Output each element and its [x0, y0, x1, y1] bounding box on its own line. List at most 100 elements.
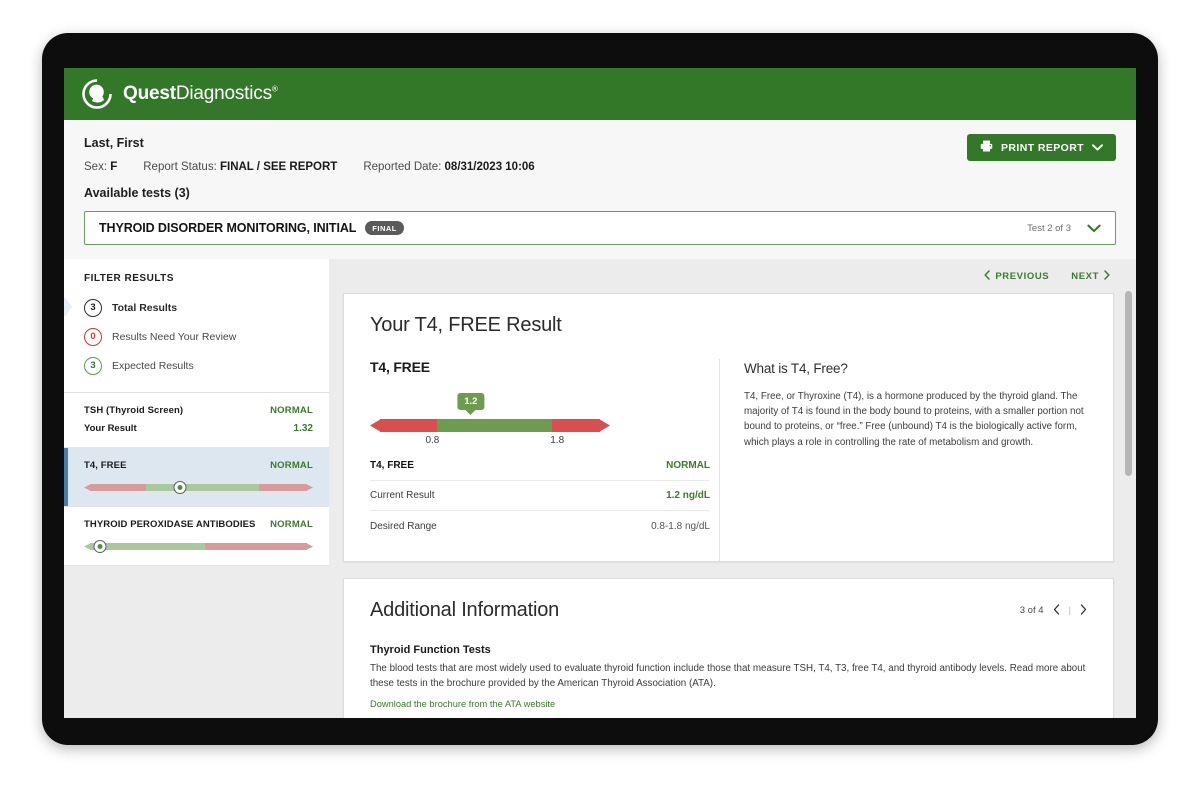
result-panel-title: Your T4, FREE Result	[344, 294, 1113, 337]
gauge-tick-high: 1.8	[550, 435, 564, 446]
chevron-left-icon[interactable]	[1053, 604, 1060, 618]
filter-expected-results[interactable]: 3 Expected Results	[64, 353, 329, 378]
pager-count: 3 of 4	[1020, 605, 1044, 616]
result-gauge-chart: 1.2	[370, 397, 610, 443]
gauge-right-arrow-icon	[599, 419, 610, 432]
gauge-track	[90, 484, 307, 491]
result-table: T4, FREE NORMAL Current Result 1.2 ng/dL	[370, 451, 710, 541]
filter-label: Total Results	[112, 302, 177, 314]
reported-date-label: Reported Date:	[363, 161, 441, 173]
filter-label: Expected Results	[112, 360, 194, 372]
row-label: Desired Range	[370, 521, 437, 532]
reported-date-value: 08/31/2023 10:06	[445, 161, 535, 173]
additional-info-subtitle: Thyroid Function Tests	[370, 644, 1087, 656]
main-column: PREVIOUS NEXT Your T4, FREE Result T4	[329, 259, 1136, 699]
gauge-right-arrow-icon	[306, 543, 313, 550]
pager-divider: |	[1069, 605, 1071, 616]
gauge-marker	[174, 481, 187, 494]
row-value: 1.2 ng/dL	[666, 490, 710, 501]
available-tests-heading: Available tests (3)	[84, 186, 1116, 200]
row-label: T4, FREE	[370, 460, 414, 471]
gauge-low-segment	[90, 484, 146, 491]
chevron-right-icon[interactable]	[1080, 604, 1087, 618]
gauge-low-segment	[380, 419, 437, 432]
test-counter: Test 2 of 3	[1027, 223, 1071, 234]
gauge-normal-segment	[146, 484, 259, 491]
patient-sex: Sex: F	[84, 161, 117, 173]
result-status: NORMAL	[270, 519, 313, 530]
patient-name: Last, First	[84, 136, 1116, 150]
chevron-right-icon	[1104, 270, 1110, 283]
next-result-button[interactable]: NEXT	[1071, 270, 1110, 283]
reported-date: Reported Date: 08/31/2023 10:06	[363, 161, 534, 173]
filter-total-results[interactable]: 3 Total Results	[64, 295, 329, 320]
app-header: QuestDiagnostics®	[64, 68, 1136, 120]
filter-label: Results Need Your Review	[112, 331, 236, 343]
brand-name-light: Diagnostics	[176, 83, 272, 104]
filter-results-title: FILTER RESULTS	[64, 259, 329, 295]
gauge-tick-labels: 0.8 1.8	[370, 435, 610, 449]
report-status-value: FINAL / SEE REPORT	[220, 161, 337, 173]
sidebar-result-tpo[interactable]: THYROID PEROXIDASE ANTIBODIES NORMAL	[64, 507, 329, 566]
report-status-label: Report Status:	[143, 161, 217, 173]
results-sidebar: FILTER RESULTS 3 Total Results 0 Results…	[64, 259, 329, 699]
result-mini-gauge	[84, 540, 313, 552]
test-selector[interactable]: THYROID DISORDER MONITORING, INITIAL FIN…	[84, 211, 1116, 245]
gauge-value-bubble: 1.2	[457, 393, 484, 410]
result-name: TSH (Thyroid Screen)	[84, 405, 183, 416]
tablet-screen: QuestDiagnostics® Last, First Sex: F Rep…	[64, 68, 1136, 718]
previous-result-button[interactable]: PREVIOUS	[984, 270, 1049, 283]
sex-value: F	[110, 161, 117, 173]
filter-needs-review[interactable]: 0 Results Need Your Review	[64, 324, 329, 349]
result-sub-label: Your Result	[84, 423, 137, 434]
sidebar-result-t4-free[interactable]: T4, FREE NORMAL	[64, 448, 329, 507]
chevron-down-icon[interactable]	[1087, 221, 1101, 236]
gauge-high-segment	[552, 419, 600, 432]
result-name: T4, FREE	[84, 460, 127, 471]
gauge-normal-segment	[90, 543, 205, 550]
content-scrollbar[interactable]	[1125, 259, 1132, 699]
row-value: NORMAL	[666, 460, 710, 471]
brand-trademark: ®	[272, 85, 278, 94]
result-pagination: PREVIOUS NEXT	[343, 259, 1114, 293]
additional-info-pager: 3 of 4 |	[1020, 604, 1087, 618]
sidebar-result-tsh[interactable]: TSH (Thyroid Screen) NORMAL Your Result …	[64, 393, 329, 448]
result-panel: Your T4, FREE Result T4, FREE 1.2	[343, 293, 1114, 562]
patient-meta: Sex: F Report Status: FINAL / SEE REPORT…	[84, 161, 1116, 173]
report-status: Report Status: FINAL / SEE REPORT	[143, 161, 337, 173]
result-status: NORMAL	[270, 460, 313, 471]
row-label: Current Result	[370, 490, 434, 501]
selected-pointer-icon	[64, 298, 72, 316]
gauge-normal-segment	[437, 419, 551, 432]
selected-test-name: THYROID DISORDER MONITORING, INITIAL	[99, 221, 356, 235]
row-value: 0.8-1.8 ng/dL	[651, 521, 710, 532]
patient-header: Last, First Sex: F Report Status: FINAL …	[64, 120, 1136, 200]
gauge-high-segment	[205, 543, 307, 550]
result-sub-value: 1.32	[294, 423, 313, 434]
filter-count-badge: 3	[84, 299, 102, 317]
result-detail: T4, FREE 1.2	[344, 359, 719, 561]
filter-count-badge: 3	[84, 357, 102, 375]
gauge-right-arrow-icon	[306, 484, 313, 491]
analyte-title: T4, FREE	[370, 359, 719, 375]
quest-swirl-logo	[82, 79, 112, 109]
tablet-device-frame: QuestDiagnostics® Last, First Sex: F Rep…	[42, 33, 1158, 745]
content-area: FILTER RESULTS 3 Total Results 0 Results…	[64, 259, 1136, 699]
result-mini-gauge	[84, 481, 313, 493]
sex-label: Sex:	[84, 161, 107, 173]
analyte-info-text: T4, Free, or Thyroxine (T4), is a hormon…	[744, 389, 1087, 450]
brand-wordmark: QuestDiagnostics®	[123, 83, 278, 105]
gauge-track	[380, 419, 600, 432]
print-report-button[interactable]: PRINT REPORT	[967, 134, 1116, 161]
test-selector-wrapper: THYROID DISORDER MONITORING, INITIAL FIN…	[64, 200, 1136, 259]
table-row: Current Result 1.2 ng/dL	[370, 481, 710, 511]
additional-info-paragraph: The blood tests that are most widely use…	[370, 661, 1087, 691]
scrollbar-thumb[interactable]	[1125, 291, 1132, 476]
table-row: T4, FREE NORMAL	[370, 451, 710, 481]
result-name: THYROID PEROXIDASE ANTIBODIES	[84, 519, 255, 530]
chevron-left-icon	[984, 270, 990, 283]
table-row: Desired Range 0.8-1.8 ng/dL	[370, 511, 710, 541]
ata-brochure-link[interactable]: Download the brochure from the ATA websi…	[370, 699, 555, 709]
filter-results-card: FILTER RESULTS 3 Total Results 0 Results…	[64, 259, 329, 393]
gauge-track	[90, 543, 307, 550]
